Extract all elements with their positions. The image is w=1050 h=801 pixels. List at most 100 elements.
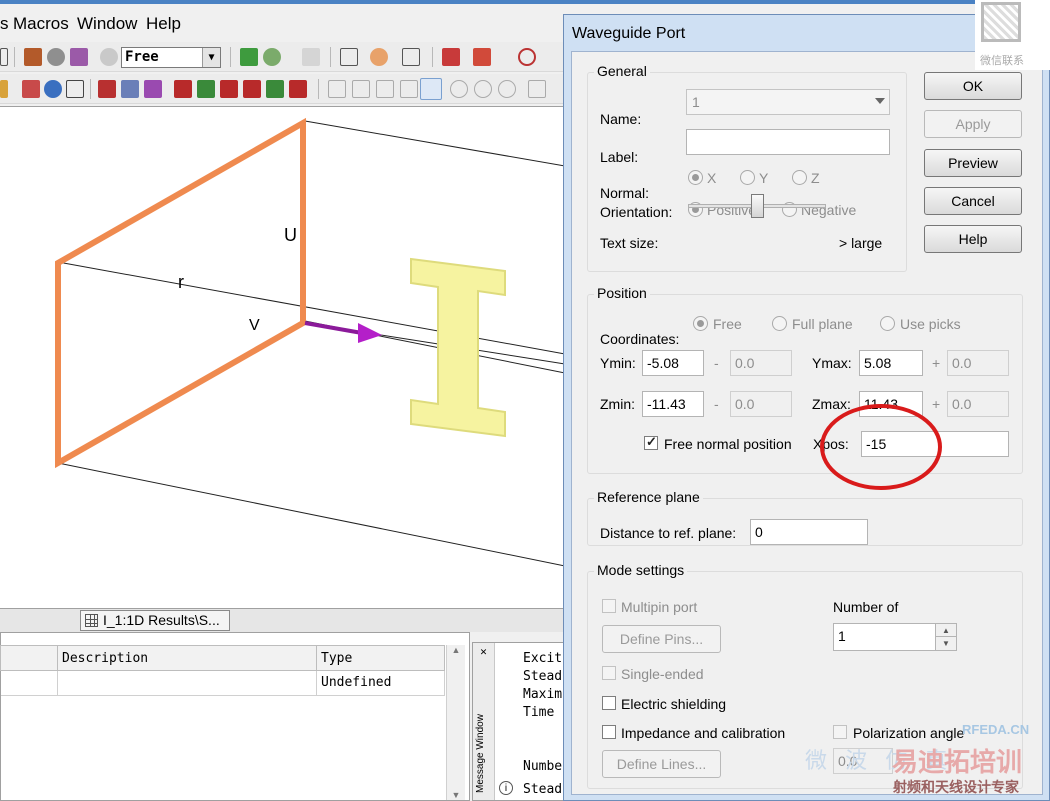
polarization-checkbox[interactable] bbox=[833, 725, 847, 739]
normal-x-radio[interactable] bbox=[688, 170, 703, 185]
waveguide-port-icon[interactable] bbox=[98, 80, 116, 98]
ymax-input[interactable]: 5.08 bbox=[859, 350, 923, 376]
help-button[interactable]: Help bbox=[924, 225, 1022, 253]
coords-free-radio[interactable] bbox=[693, 316, 708, 331]
number-of-spinner[interactable]: ▲ ▼ bbox=[935, 623, 957, 651]
edit-icon[interactable] bbox=[0, 48, 8, 66]
name-select[interactable]: 1 bbox=[686, 89, 890, 115]
menu-item-window[interactable]: Window bbox=[77, 14, 137, 34]
shape-tool-icon[interactable] bbox=[24, 48, 42, 66]
axis-label-r: r bbox=[178, 272, 184, 292]
distance-input[interactable]: 0 bbox=[750, 519, 868, 545]
scroll-down-icon[interactable]: ▼ bbox=[447, 790, 465, 800]
define-lines-button[interactable]: Define Lines... bbox=[602, 750, 721, 778]
port-direction-arrow bbox=[304, 321, 363, 335]
table-cell[interactable] bbox=[1, 671, 58, 696]
solid-cube-icon[interactable] bbox=[240, 48, 258, 66]
waveguide-port-dialog: Waveguide Port ✕ General Name: 1 Label: … bbox=[563, 14, 1050, 801]
single-ended-checkbox[interactable] bbox=[602, 666, 616, 680]
textsize-slider-thumb[interactable] bbox=[751, 194, 764, 218]
table-cell-description[interactable] bbox=[58, 671, 317, 696]
tab-1d-results[interactable]: I_1:1D Results\S... bbox=[80, 610, 230, 631]
solver-icon[interactable] bbox=[263, 48, 281, 66]
impedance-checkbox[interactable] bbox=[602, 725, 616, 739]
3d-viewport[interactable]: U V r bbox=[0, 106, 566, 608]
gear-icon[interactable] bbox=[47, 48, 65, 66]
port-icon[interactable] bbox=[22, 80, 40, 98]
menu-item-tools-partial[interactable]: s bbox=[0, 14, 9, 34]
view-icon[interactable] bbox=[400, 80, 418, 98]
ok-button[interactable]: OK bbox=[924, 72, 1022, 100]
wire-edge bbox=[304, 120, 566, 167]
pick-icon[interactable] bbox=[370, 48, 388, 66]
coordinate-icon[interactable] bbox=[402, 48, 420, 66]
folder-icon[interactable] bbox=[0, 80, 8, 98]
zmin-offset-input[interactable]: 0.0 bbox=[730, 391, 792, 417]
coords-fullplane-radio[interactable] bbox=[772, 316, 787, 331]
column-header-blank[interactable] bbox=[0, 645, 58, 671]
crosshair-icon[interactable] bbox=[450, 80, 468, 98]
boundary-t-icon[interactable] bbox=[174, 80, 192, 98]
label-input[interactable] bbox=[686, 129, 890, 155]
message-window-titlebar[interactable]: ✕ Message Window bbox=[473, 643, 495, 800]
multipin-checkbox[interactable] bbox=[602, 599, 616, 613]
discrete-port-icon[interactable] bbox=[144, 80, 162, 98]
boundary-e-icon[interactable] bbox=[220, 80, 238, 98]
no-entry-icon[interactable] bbox=[518, 48, 536, 66]
normal-z-radio[interactable] bbox=[792, 170, 807, 185]
probe-tool-icon[interactable] bbox=[121, 80, 139, 98]
number-of-input[interactable]: 1 bbox=[833, 623, 937, 651]
boundary-a-icon[interactable] bbox=[266, 80, 284, 98]
normal-y-radio[interactable] bbox=[740, 170, 755, 185]
electric-shielding-label: Electric shielding bbox=[621, 696, 727, 712]
transform-icon[interactable] bbox=[70, 48, 88, 66]
boundary-i-icon[interactable] bbox=[243, 80, 261, 98]
cut-icon[interactable] bbox=[442, 48, 460, 66]
axis-label-u: U bbox=[284, 225, 297, 245]
menu-item-macros[interactable]: Macros bbox=[13, 14, 69, 34]
toolbar-secondary bbox=[0, 74, 565, 104]
box-icon[interactable] bbox=[66, 80, 84, 98]
probe-icon[interactable] bbox=[473, 48, 491, 66]
chevron-down-icon[interactable]: ▼ bbox=[202, 48, 220, 67]
chevron-down-icon[interactable] bbox=[875, 98, 885, 104]
scroll-up-icon[interactable]: ▲ bbox=[447, 645, 465, 655]
apply-button[interactable]: Apply bbox=[924, 110, 1022, 138]
column-header-type[interactable]: Type bbox=[316, 645, 445, 671]
define-pins-button[interactable]: Define Pins... bbox=[602, 625, 721, 653]
free-normal-checkbox[interactable] bbox=[644, 434, 658, 450]
sphere-icon[interactable] bbox=[44, 80, 62, 98]
preview-button[interactable]: Preview bbox=[924, 149, 1022, 177]
zmax-offset-input[interactable]: 0.0 bbox=[947, 391, 1009, 417]
rotate-icon[interactable] bbox=[474, 80, 492, 98]
view-icon[interactable] bbox=[352, 80, 370, 98]
settings-icon[interactable] bbox=[528, 80, 546, 98]
pin-icon[interactable]: ✕ bbox=[473, 647, 494, 658]
coords-usepicks-radio[interactable] bbox=[880, 316, 895, 331]
axes-icon[interactable] bbox=[340, 48, 358, 66]
message-line: Excit bbox=[523, 651, 563, 666]
zmin-input[interactable]: -11.43 bbox=[642, 391, 704, 417]
column-header-description[interactable]: Description bbox=[57, 645, 317, 671]
view-icon[interactable] bbox=[376, 80, 394, 98]
table-cell-type[interactable]: Undefined bbox=[317, 671, 445, 696]
ymax-offset-input[interactable]: 0.0 bbox=[947, 350, 1009, 376]
snap-icon[interactable] bbox=[100, 48, 118, 66]
ymin-input[interactable]: -5.08 bbox=[642, 350, 704, 376]
group-reference-title: Reference plane bbox=[594, 489, 703, 505]
ymin-offset-input[interactable]: 0.0 bbox=[730, 350, 792, 376]
boundary-tlm-icon[interactable] bbox=[289, 80, 307, 98]
menu-item-help[interactable]: Help bbox=[146, 14, 181, 34]
reset-icon[interactable] bbox=[498, 80, 516, 98]
spin-down-icon[interactable]: ▼ bbox=[936, 637, 956, 650]
spin-up-icon[interactable]: ▲ bbox=[936, 624, 956, 637]
selected-view-icon[interactable] bbox=[420, 78, 442, 100]
message-line: Numbe bbox=[523, 759, 563, 774]
boundary-f-icon[interactable] bbox=[197, 80, 215, 98]
electric-shielding-checkbox[interactable] bbox=[602, 696, 616, 710]
view-icon[interactable] bbox=[328, 80, 346, 98]
vertical-scrollbar[interactable]: ▲ ▼ bbox=[446, 645, 465, 800]
mode-select[interactable]: Free ▼ bbox=[121, 47, 221, 68]
cancel-button[interactable]: Cancel bbox=[924, 187, 1022, 215]
mesh-icon[interactable] bbox=[302, 48, 320, 66]
